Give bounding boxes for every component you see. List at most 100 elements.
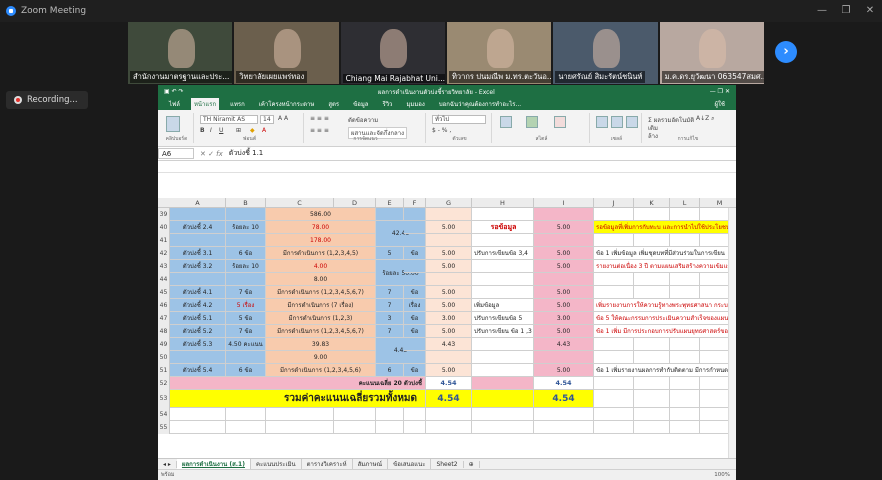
column-header[interactable]: G [426, 198, 472, 208]
participant-tile[interactable]: ม.ค.ดร.ยุวัฒนา 063547สมศ... [659, 22, 764, 84]
cell[interactable] [426, 408, 472, 421]
cell[interactable] [634, 273, 670, 286]
grow-font-icon[interactable]: A A [278, 115, 288, 122]
recording-indicator[interactable]: Recording... [6, 91, 88, 109]
font-name-select[interactable]: TH Niramit AS [200, 115, 258, 124]
cell[interactable] [226, 234, 266, 247]
cell[interactable] [634, 408, 670, 421]
cell[interactable] [170, 273, 226, 286]
cell[interactable]: 586.00 [266, 208, 376, 221]
cell[interactable]: 5 เรื่อง [226, 299, 266, 312]
cell[interactable] [170, 421, 226, 434]
cell[interactable]: ร้อยละ 10 [226, 221, 266, 234]
cell[interactable] [472, 338, 534, 351]
cell[interactable] [472, 286, 534, 299]
cell[interactable]: 5.00 [534, 260, 594, 273]
cell[interactable]: 4.50 คะแนน [226, 338, 266, 351]
column-header[interactable]: K [634, 198, 670, 208]
cell[interactable] [426, 351, 472, 364]
cell[interactable]: 5.00 [426, 260, 472, 273]
cell[interactable] [670, 338, 700, 351]
column-header[interactable]: E [376, 198, 404, 208]
format-cells-icon[interactable] [626, 116, 638, 128]
border-icon[interactable]: ⊞ [236, 127, 241, 134]
participant-tile[interactable]: Chiang Mai Rajabhat Uni... [340, 22, 445, 84]
cell[interactable] [594, 208, 634, 221]
row-header[interactable]: 45 [158, 286, 170, 299]
cell[interactable]: 3 [376, 312, 404, 325]
cell[interactable]: 6 ข้อ [226, 247, 266, 260]
cell[interactable] [334, 408, 376, 421]
fill-color-icon[interactable]: ◆ [250, 127, 255, 134]
vertical-scrollbar[interactable] [728, 208, 736, 458]
cell[interactable]: ข้อ 1 เพิ่มรายงานผลการทำกับติดตาม มีการก… [594, 364, 736, 377]
formula-input[interactable]: ตัวบ่งชี้ 1.1 [229, 148, 263, 159]
cell[interactable]: ตัวบ่งชี้ 5.3 [170, 338, 226, 351]
cell[interactable]: 5.00 [426, 325, 472, 338]
sheet-tab[interactable]: Sheet2 [431, 460, 464, 468]
cell[interactable]: 5.00 [534, 325, 594, 338]
cell[interactable]: 78.00 [266, 221, 376, 234]
cell[interactable]: ตัวบ่งชี้ 4.2 [170, 299, 226, 312]
cell[interactable] [534, 351, 594, 364]
cell[interactable]: คะแนนเฉลี่ย 20 ตัวบ่งชี้ [170, 377, 426, 390]
sheet-tab[interactable]: ข้อเสนอแนะ [388, 459, 432, 469]
sort-filter-icon[interactable]: A↓Z ⌕ [696, 115, 715, 123]
cell[interactable]: 4.54 [534, 390, 594, 408]
cell[interactable] [670, 208, 700, 221]
name-box[interactable]: A6 [158, 148, 194, 159]
font-size-select[interactable]: 14 [260, 115, 274, 124]
cell[interactable]: 4.54 [534, 377, 594, 390]
ribbon-tab[interactable]: ข้อมูล [350, 98, 371, 110]
participant-tile[interactable]: นายศรัณย์ สิมะรัตน์ชนินท์ [553, 22, 658, 84]
next-participants-button[interactable]: › [775, 41, 797, 63]
participant-tile[interactable]: วิทยาลัยเผยแพร่ทอง [234, 22, 339, 84]
column-header[interactable]: C [266, 198, 334, 208]
cell[interactable] [404, 221, 426, 234]
format-table-icon[interactable] [526, 116, 538, 128]
cell[interactable]: 9.00 [266, 351, 376, 364]
cell[interactable] [670, 408, 700, 421]
cell[interactable] [472, 208, 534, 221]
ribbon-tab[interactable]: มุมมอง [403, 98, 427, 110]
cell[interactable] [534, 208, 594, 221]
cell[interactable]: 4.54 [426, 377, 472, 390]
cell[interactable]: 3.00 [534, 312, 594, 325]
cell[interactable] [534, 421, 594, 434]
cell[interactable]: 39.83 [266, 338, 376, 351]
row-header[interactable]: 47 [158, 312, 170, 325]
row-header[interactable]: 41 [158, 234, 170, 247]
cell[interactable]: 5 [376, 247, 404, 260]
paste-icon[interactable] [166, 116, 180, 132]
cell[interactable] [170, 351, 226, 364]
cell[interactable]: ปรับการเขียน ข้อ 1 ,3 [472, 325, 534, 338]
cell[interactable] [472, 260, 534, 273]
cell[interactable] [634, 286, 670, 299]
row-header[interactable]: 55 [158, 421, 170, 434]
cell[interactable] [472, 364, 534, 377]
sheet-tab[interactable]: ผลการดำเนินงาน (ส.1) [176, 459, 251, 469]
participant-tile[interactable]: สำนักงานมาตรฐานและประ... [128, 22, 233, 84]
cell[interactable]: มีการดำเนินการ (1,2,3,4,5,6,7) [266, 286, 376, 299]
cell[interactable]: ข้อ [404, 325, 426, 338]
cell[interactable] [634, 390, 670, 408]
cell[interactable] [594, 351, 634, 364]
cell[interactable]: 7 [376, 325, 404, 338]
cell[interactable]: 7 [376, 286, 404, 299]
cell[interactable] [670, 421, 700, 434]
cell[interactable]: 5.00 [534, 299, 594, 312]
cell[interactable]: 7 [376, 299, 404, 312]
column-header[interactable]: H [472, 198, 534, 208]
add-sheet-button[interactable]: ⊕ [464, 460, 480, 468]
cell[interactable]: 5.00 [534, 286, 594, 299]
maximize-button[interactable]: ❐ [834, 0, 858, 22]
cell[interactable] [594, 338, 634, 351]
cell[interactable] [670, 273, 700, 286]
cell[interactable] [404, 408, 426, 421]
cell[interactable] [226, 273, 266, 286]
cell[interactable] [426, 208, 472, 221]
cell[interactable]: ปรับการเขียนข้อ 5 [472, 312, 534, 325]
cell[interactable] [170, 408, 226, 421]
cell[interactable]: ข้อ 1 เพิ่ม มีการประกอบการปรับแผนยุทธศาส… [594, 325, 736, 338]
cell[interactable] [376, 208, 404, 221]
